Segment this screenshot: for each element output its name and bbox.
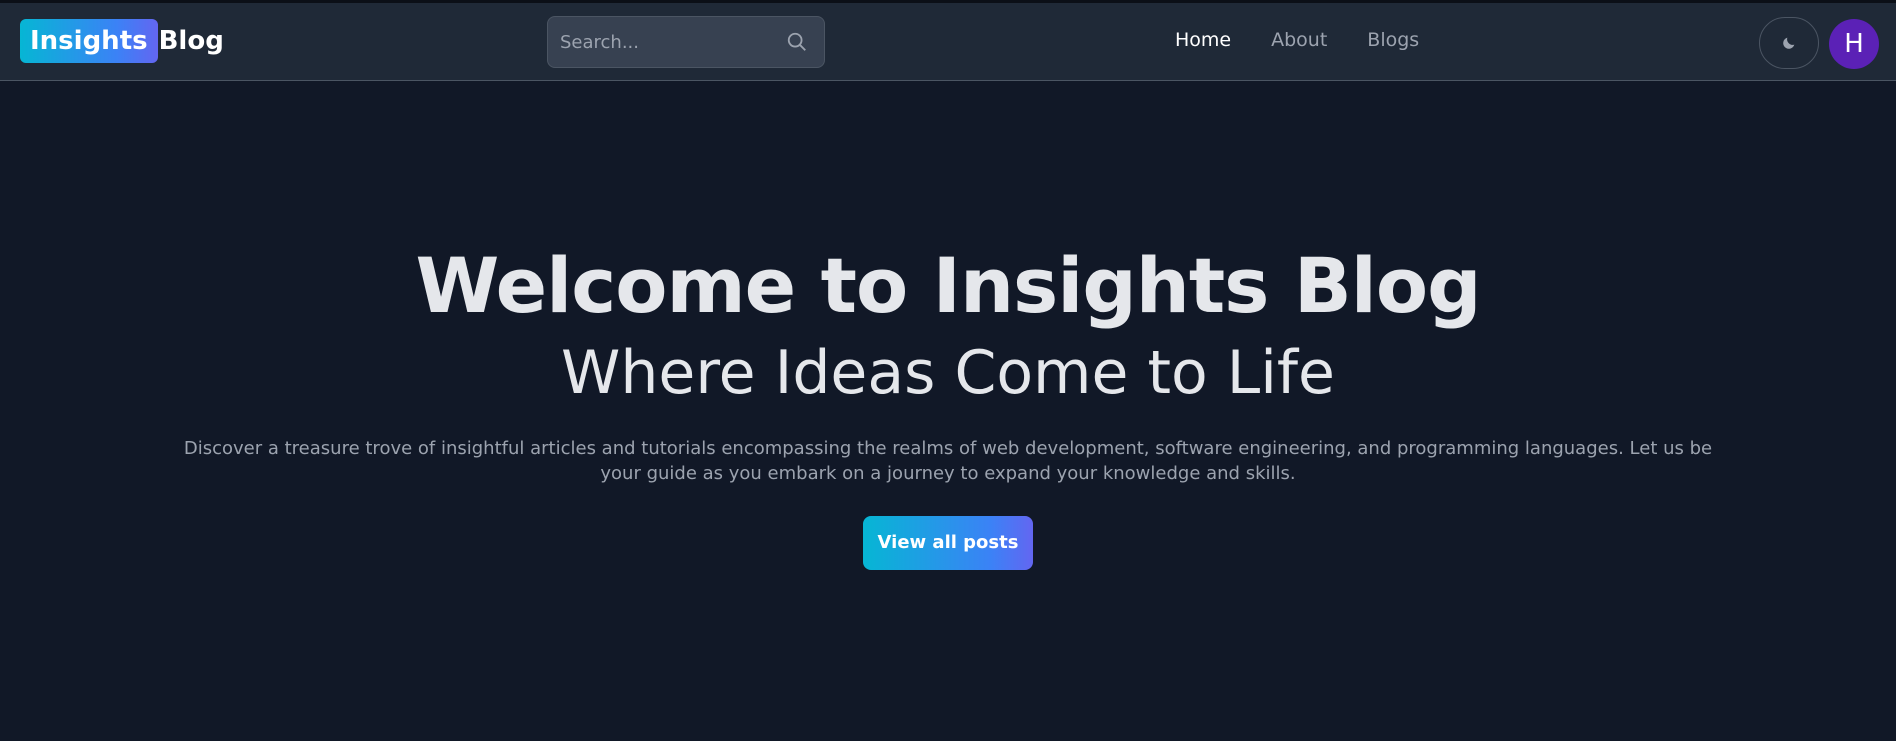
nav-about[interactable]: About xyxy=(1271,29,1327,51)
hero-subtitle: Where Ideas Come to Life xyxy=(561,338,1335,408)
user-avatar[interactable]: H xyxy=(1829,19,1879,69)
moon-icon xyxy=(1783,37,1795,49)
search-icon[interactable] xyxy=(786,31,808,53)
nav-home[interactable]: Home xyxy=(1175,29,1231,51)
nav-blogs[interactable]: Blogs xyxy=(1367,29,1419,51)
navbar: Insights Blog Home About Blogs H xyxy=(0,3,1896,81)
hero-description: Discover a treasure trove of insightful … xyxy=(183,438,1713,484)
search-box xyxy=(547,16,825,68)
brand-text: Blog xyxy=(158,26,224,56)
hero-section: Welcome to Insights Blog Where Ideas Com… xyxy=(0,81,1896,570)
brand-logo[interactable]: Insights Blog xyxy=(20,19,224,63)
main-nav: Home About Blogs xyxy=(1175,29,1459,51)
theme-toggle-button[interactable] xyxy=(1759,17,1819,69)
brand-badge: Insights xyxy=(20,19,158,63)
hero-title: Welcome to Insights Blog xyxy=(415,241,1482,330)
view-all-posts-button[interactable]: View all posts xyxy=(862,516,1034,570)
search-input[interactable] xyxy=(548,31,768,53)
